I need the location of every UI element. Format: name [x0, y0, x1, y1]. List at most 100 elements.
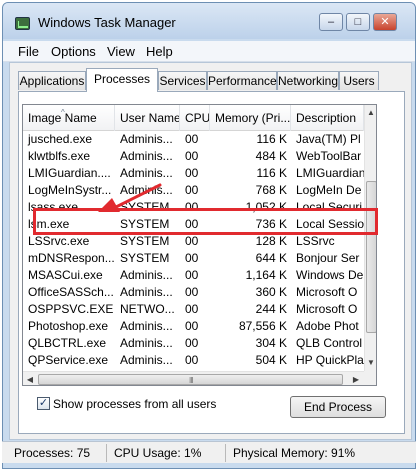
- description-cell: LogMeIn De: [296, 183, 362, 197]
- show-all-users-checkbox[interactable]: ✓: [37, 397, 50, 410]
- column-description[interactable]: Description: [291, 105, 364, 131]
- description-cell: Adobe Phot: [296, 319, 359, 333]
- column-memory[interactable]: Memory (Pri...: [210, 105, 291, 131]
- maximize-button[interactable]: □: [346, 13, 370, 31]
- image-name-cell: lsm.exe: [28, 217, 70, 231]
- image-name-cell: LSSrvc.exe: [28, 234, 90, 248]
- table-row[interactable]: LMIGuardian.... Adminis... 00 116 K LMIGuard…: [23, 165, 364, 182]
- status-cpu-usage: CPU Usage: 1%: [114, 446, 202, 460]
- list-header: ^ Image Name User Name CPU Memory (Pri..…: [23, 105, 364, 131]
- column-image-name[interactable]: ^ Image Name: [23, 105, 115, 131]
- table-row[interactable]: LogMeInSystr... Adminis... 00 768 K LogMeIn …: [23, 182, 364, 199]
- scroll-left-icon[interactable]: ◀: [24, 375, 36, 384]
- tab-applications[interactable]: Applications: [18, 71, 86, 90]
- table-row[interactable]: OSPPSVC.EXE NETWO... 00 244 K Microsoft O: [23, 301, 364, 318]
- tab-networking[interactable]: Networking: [277, 71, 339, 90]
- memory-cell: 768 K: [255, 183, 287, 197]
- table-row[interactable]: Photoshop.exe Adminis... 00 87,556 K Adobe P…: [23, 318, 364, 335]
- window-title: Windows Task Manager: [38, 15, 176, 30]
- image-name-cell: OfficeSASSch...: [28, 285, 114, 299]
- image-name-cell: QPService.exe: [28, 353, 109, 367]
- user-name-cell: Adminis...: [120, 319, 173, 333]
- memory-cell: 484 K: [255, 149, 287, 163]
- description-cell: Java(TM) Pl: [296, 132, 361, 146]
- process-list[interactable]: ^ Image Name User Name CPU Memory (Pri..…: [22, 104, 377, 386]
- horizontal-scroll-thumb[interactable]: III: [38, 374, 343, 385]
- image-name-cell: lsass.exe: [28, 200, 79, 214]
- user-name-cell: Adminis...: [120, 353, 173, 367]
- description-cell: QLB Control: [296, 336, 363, 350]
- memory-cell: 304 K: [255, 336, 287, 350]
- user-name-cell: Adminis...: [120, 336, 173, 350]
- image-name-cell: mDNSRespon...: [28, 251, 115, 265]
- user-name-cell: Adminis...: [120, 285, 173, 299]
- user-name-cell: Adminis...: [120, 183, 173, 197]
- status-divider: [106, 444, 107, 462]
- end-process-button[interactable]: End Process: [290, 396, 386, 418]
- menu-help[interactable]: Help: [146, 44, 173, 59]
- memory-cell: 1,164 K: [245, 268, 287, 282]
- menu-bar: File Options View Help: [3, 41, 415, 62]
- table-row[interactable]: lsm.exe SYSTEM 00 736 K Local Sessio: [23, 216, 364, 233]
- table-row[interactable]: LSSrvc.exe SYSTEM 00 128 K LSSrvc: [23, 233, 364, 250]
- table-row[interactable]: QPService.exe Adminis... 00 504 K HP QuickPl…: [23, 352, 364, 369]
- menu-options[interactable]: Options: [51, 44, 96, 59]
- description-cell: LSSrvc: [296, 234, 335, 248]
- table-row[interactable]: QLBCTRL.exe Adminis... 00 304 K QLB Control: [23, 335, 364, 352]
- image-name-cell: klwtblfs.exe: [28, 149, 91, 163]
- menu-view[interactable]: View: [107, 44, 135, 59]
- show-all-users-label[interactable]: Show processes from all users: [53, 397, 216, 411]
- scrollbar-corner: [364, 371, 376, 385]
- minimize-button[interactable]: –: [319, 13, 343, 31]
- table-row[interactable]: OfficeSASSch... Adminis... 00 360 K Microsof…: [23, 284, 364, 301]
- table-row[interactable]: jusched.exe Adminis... 00 116 K Java(TM) Pl: [23, 131, 364, 148]
- memory-cell: 244 K: [255, 302, 287, 316]
- status-divider: [225, 444, 226, 462]
- image-name-cell: QLBCTRL.exe: [28, 336, 107, 350]
- memory-cell: 504 K: [255, 353, 287, 367]
- image-name-cell: Photoshop.exe: [28, 319, 109, 333]
- user-name-cell: SYSTEM: [120, 217, 170, 231]
- menu-file[interactable]: File: [18, 44, 39, 59]
- memory-cell: 128 K: [255, 234, 287, 248]
- description-cell: HP QuickPla: [296, 353, 364, 367]
- user-name-cell: SYSTEM: [120, 251, 170, 265]
- close-button[interactable]: ✕: [373, 13, 397, 31]
- tab-performance[interactable]: Performance: [207, 71, 277, 90]
- description-cell: WebToolBar: [296, 149, 362, 163]
- cpu-cell: 00: [185, 132, 199, 146]
- table-row[interactable]: MSASCui.exe Adminis... 00 1,164 K Windows De: [23, 267, 364, 284]
- memory-cell: 116 K: [256, 132, 287, 146]
- cpu-cell: 00: [185, 336, 199, 350]
- vertical-scrollbar[interactable]: ▲ ▼: [364, 105, 376, 371]
- scroll-up-icon[interactable]: ▲: [365, 108, 376, 117]
- table-row[interactable]: klwtblfs.exe Adminis... 00 484 K WebToolBar: [23, 148, 364, 165]
- title-bar[interactable]: Windows Task Manager – □ ✕: [3, 3, 415, 39]
- cpu-cell: 00: [185, 353, 199, 367]
- status-bar: Processes: 75 CPU Usage: 1% Physical Mem…: [2, 441, 416, 463]
- column-user-name[interactable]: User Name: [115, 105, 180, 131]
- column-cpu[interactable]: CPU: [180, 105, 210, 131]
- tab-processes[interactable]: Processes: [86, 68, 158, 92]
- user-name-cell: Adminis...: [120, 166, 173, 180]
- task-manager-icon: [15, 17, 30, 30]
- vertical-scroll-thumb[interactable]: [366, 181, 376, 333]
- cpu-cell: 00: [185, 217, 199, 231]
- horizontal-scrollbar[interactable]: ◀ III ▶: [23, 371, 364, 385]
- description-cell: Windows De: [296, 268, 364, 282]
- image-name-cell: LMIGuardian....: [28, 166, 111, 180]
- user-name-cell: NETWO...: [120, 302, 175, 316]
- sort-ascending-icon: ^: [61, 108, 65, 117]
- table-row[interactable]: mDNSRespon... SYSTEM 00 644 K Bonjour Ser: [23, 250, 364, 267]
- tab-services[interactable]: Services: [158, 71, 207, 90]
- memory-cell: 360 K: [255, 285, 287, 299]
- tab-users[interactable]: Users: [339, 71, 379, 90]
- status-processes: Processes: 75: [14, 446, 91, 460]
- memory-cell: 644 K: [255, 251, 287, 265]
- cpu-cell: 00: [185, 183, 199, 197]
- memory-cell: 736 K: [255, 217, 287, 231]
- scroll-down-icon[interactable]: ▼: [365, 358, 376, 367]
- table-row[interactable]: lsass.exe SYSTEM 00 1,052 K Local Securi: [23, 199, 364, 216]
- scroll-right-icon[interactable]: ▶: [350, 375, 362, 384]
- user-name-cell: SYSTEM: [120, 200, 170, 214]
